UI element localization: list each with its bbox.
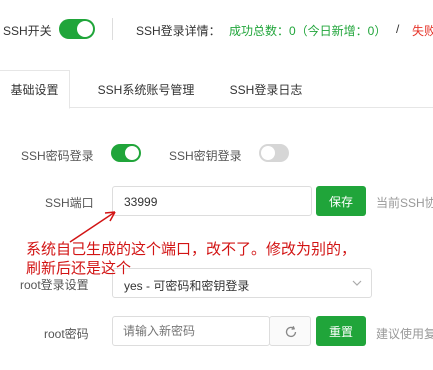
ssh-password-login-toggle[interactable] bbox=[111, 144, 141, 162]
ssh-login-detail-label: SSH登录详情： bbox=[136, 24, 221, 38]
root-password-label: root密码 bbox=[44, 327, 89, 341]
tab-basic-settings-label: 基础设置 bbox=[10, 83, 59, 97]
tab-ssh-login-log-label: SSH登录日志 bbox=[229, 82, 303, 97]
root-login-setting-label: root登录设置 bbox=[20, 278, 89, 292]
ssh-port-value: 33999 bbox=[124, 195, 158, 209]
reset-password-button-label: 重置 bbox=[328, 324, 353, 339]
reset-password-button[interactable]: 重置 bbox=[316, 316, 366, 346]
generate-password-button[interactable] bbox=[269, 316, 311, 346]
root-login-select[interactable]: yes - 可密码和密钥登录 bbox=[112, 268, 372, 298]
root-password-input[interactable] bbox=[112, 316, 270, 346]
ssh-port-label: SSH端口 bbox=[45, 196, 94, 210]
ssh-fail-count: 失败 bbox=[412, 24, 433, 38]
ssh-switch-toggle[interactable] bbox=[59, 19, 95, 39]
toggle-knob bbox=[125, 146, 139, 160]
ssh-key-login-toggle[interactable] bbox=[259, 144, 289, 162]
annotation-text-line1: 系统自己生成的这个端口，改不了。修改为别的， bbox=[26, 240, 357, 258]
ssh-port-input[interactable]: 33999 bbox=[112, 186, 312, 216]
header-divider bbox=[112, 18, 113, 40]
save-port-button[interactable]: 保存 bbox=[316, 186, 366, 216]
password-suggestion-hint: 建议使用复 bbox=[376, 327, 433, 341]
current-ssh-protocol-hint: 当前SSH协 bbox=[376, 196, 433, 210]
root-login-selected-value: yes - 可密码和密钥登录 bbox=[124, 279, 250, 293]
toggle-knob bbox=[77, 21, 93, 37]
tab-basic-settings[interactable]: 基础设置 bbox=[0, 70, 70, 109]
tab-ssh-login-log[interactable]: SSH登录日志 bbox=[220, 70, 312, 108]
toggle-knob bbox=[261, 146, 275, 160]
refresh-icon bbox=[284, 325, 298, 344]
ssh-password-login-label: SSH密码登录 bbox=[21, 149, 94, 163]
annotation-text-line2: 刷新后还是这个 bbox=[26, 259, 132, 277]
ssh-success-count: 成功总数：0（今日新增：0） bbox=[229, 24, 387, 38]
ssh-key-login-label: SSH密钥登录 bbox=[169, 149, 242, 163]
header-separator: / bbox=[396, 22, 400, 36]
chevron-down-icon bbox=[351, 276, 363, 294]
ssh-switch-label: SSH开关 bbox=[3, 24, 52, 38]
save-port-button-label: 保存 bbox=[328, 194, 353, 209]
tab-ssh-accounts[interactable]: SSH系统账号管理 bbox=[88, 70, 204, 108]
annotation-arrow bbox=[0, 0, 433, 365]
tab-ssh-accounts-label: SSH系统账号管理 bbox=[97, 82, 195, 97]
